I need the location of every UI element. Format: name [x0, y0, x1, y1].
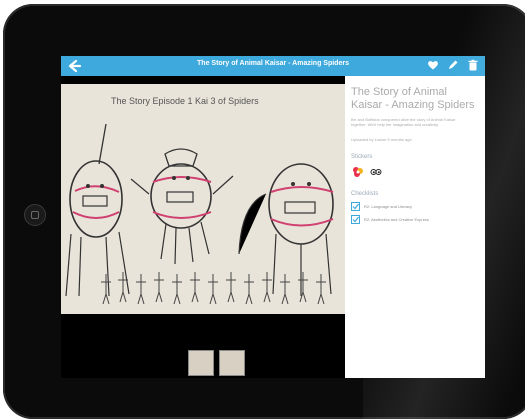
trash-icon[interactable]	[467, 59, 479, 71]
flower-sticker-icon[interactable]	[351, 165, 365, 179]
screen: The Story of Animal Kaisar - Amazing Spi…	[61, 56, 485, 378]
checklist-label: R2: Language and Literacy	[364, 204, 413, 209]
thumbnail-strip	[188, 350, 245, 376]
thumbnail-1[interactable]	[188, 350, 214, 376]
stickers-heading: Stickers	[351, 154, 373, 160]
artwork-description: Brr and Buffalos conquered alive the sto…	[351, 117, 456, 127]
home-button[interactable]	[24, 204, 46, 226]
thumbnail-2[interactable]	[219, 350, 245, 376]
heart-icon[interactable]	[427, 59, 439, 71]
checklist-icon	[351, 202, 360, 211]
checklist-icon	[351, 215, 360, 224]
children-drawing: The Story Episode 1 Kai 3 of Spiders	[61, 84, 345, 314]
sticker-list	[351, 165, 479, 179]
top-bar: The Story of Animal Kaisar - Amazing Spi…	[61, 56, 485, 76]
checklists-heading: Checklists	[351, 191, 379, 197]
checklist-label: R2: Aesthetics and Creative Express	[364, 217, 429, 222]
home-square-icon	[31, 211, 39, 219]
artwork-title: The Story of Animal Kaisar - Amazing Spi…	[351, 86, 475, 111]
eyes-sticker-icon[interactable]	[369, 165, 383, 179]
checklist-item[interactable]: R2: Aesthetics and Creative Express	[351, 215, 479, 224]
checklist-item[interactable]: R2: Language and Literacy	[351, 202, 479, 211]
details-panel: The Story of Animal Kaisar - Amazing Spi…	[345, 76, 485, 378]
artwork-viewer: The Story Episode 1 Kai 3 of Spiders	[61, 76, 345, 378]
pencil-icon[interactable]	[447, 59, 459, 71]
tablet-frame: The Story of Animal Kaisar - Amazing Spi…	[3, 4, 525, 419]
uploaded-info: Uploaded by Louise 5 months ago	[351, 137, 412, 142]
toolbar-actions	[427, 59, 479, 71]
page-title: The Story of Animal Kaisar - Amazing Spi…	[197, 60, 349, 67]
drawing-caption: The Story Episode 1 Kai 3 of Spiders	[111, 96, 259, 106]
artwork-image[interactable]: The Story Episode 1 Kai 3 of Spiders	[61, 84, 345, 314]
